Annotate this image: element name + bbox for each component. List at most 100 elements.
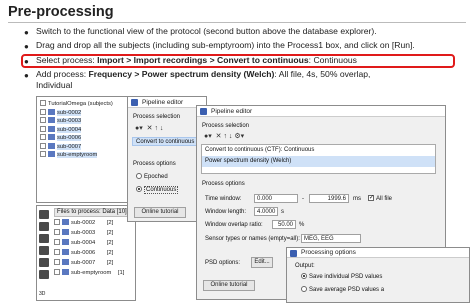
move-up-icon[interactable]: ↑ — [154, 125, 158, 132]
subject-icon — [48, 142, 55, 149]
subject-icon — [48, 108, 55, 115]
expand-icon[interactable] — [54, 249, 60, 256]
tree-subject[interactable]: sub-0006 — [40, 134, 131, 143]
overlap-unit: % — [299, 222, 305, 228]
checkbox-checked-icon[interactable]: ✓ — [368, 195, 374, 202]
subject-icon — [62, 219, 69, 226]
subject-icon — [62, 269, 69, 276]
option-epoched[interactable]: Epoched — [136, 173, 168, 181]
bullet-4-pre: Add process: — [36, 69, 89, 79]
app-icon — [290, 249, 297, 257]
subject-icon — [48, 117, 55, 124]
option-save-average[interactable]: Save average PSD values a — [301, 286, 384, 294]
radio-epoched[interactable] — [136, 173, 142, 180]
file-row[interactable]: sub-0004 [2] — [54, 239, 124, 248]
editor2-online-tutorial-button[interactable]: Online tutorial — [203, 280, 255, 291]
files-header: Files to process: Data [10] — [54, 208, 134, 217]
expand-icon[interactable] — [40, 125, 46, 132]
subject-icon — [48, 151, 55, 158]
window-length-field[interactable]: 4.0000 — [254, 207, 278, 216]
database-explorer: TutorialOmega (subjects) sub-0002 sub-00… — [36, 96, 132, 203]
view-icon[interactable] — [39, 258, 49, 267]
tree-subject[interactable]: sub-0003 — [40, 117, 131, 126]
expand-icon[interactable] — [40, 134, 46, 141]
expand-icon[interactable] — [40, 151, 46, 158]
process-sidebar: 3D — [39, 210, 49, 300]
move-up-icon[interactable]: ↑ — [223, 133, 227, 140]
move-down-icon[interactable]: ↓ — [160, 125, 164, 132]
expand-icon[interactable] — [54, 219, 60, 226]
radio-continuous[interactable] — [136, 186, 142, 193]
bullet-4-path: Frequency > Power spectrum density (Welc… — [88, 69, 275, 79]
tools-icon[interactable]: ⚙▾ — [234, 133, 244, 140]
editor1-process-item[interactable]: Convert to continuous (CTF): Co — [132, 137, 206, 146]
expand-icon[interactable] — [54, 259, 60, 266]
tree-subject[interactable]: sub-0002 — [40, 108, 131, 118]
sensor-field[interactable]: MEG, EEG — [301, 234, 361, 243]
overlap-label: Window overlap ratio: — [205, 222, 263, 228]
file-row[interactable]: sub-0006 [2] — [54, 249, 124, 258]
radio-individual[interactable] — [301, 273, 307, 280]
bullet-3-text: Select process: Import > Import recordin… — [36, 55, 357, 66]
editor2-process-list: Convert to continuous (CTF): Continuous … — [201, 144, 436, 174]
edit-button[interactable]: Edit... — [251, 257, 273, 268]
radio-average[interactable] — [301, 286, 307, 293]
bullet-3-path: Import > Import recordings > Convert to … — [97, 55, 309, 65]
time-to-field[interactable]: 1999.6 — [309, 194, 349, 203]
expand-icon[interactable] — [40, 100, 46, 107]
expand-icon[interactable] — [40, 142, 46, 149]
subject-icon — [48, 134, 55, 141]
expand-icon[interactable] — [54, 229, 60, 236]
remove-icon[interactable]: ✕ — [216, 133, 222, 140]
process1-tab-icon[interactable] — [39, 210, 49, 219]
file-row[interactable]: sub-0002 [2] — [54, 219, 124, 228]
expand-icon[interactable] — [40, 108, 46, 115]
subject-icon — [62, 239, 69, 246]
tree-subject[interactable]: sub-emptyroom — [40, 151, 131, 160]
process-item-psd[interactable]: Power spectrum density (Welch) — [202, 156, 435, 167]
all-file-checkbox[interactable]: ✓ All file — [368, 195, 392, 203]
settings-icon[interactable] — [39, 270, 49, 279]
file-row[interactable]: sub-0003 [2] — [54, 229, 124, 238]
bullet-3-post: : Continuous — [308, 55, 357, 65]
tree-root[interactable]: TutorialOmega (subjects) — [40, 100, 131, 109]
editor1-process-selection-label: Process selection — [133, 114, 181, 120]
subject-icon — [62, 259, 69, 266]
add-process-icon[interactable]: ●▾ — [204, 133, 212, 140]
process2-tab-icon[interactable] — [39, 222, 49, 231]
add-process-icon[interactable]: ●▾ — [135, 125, 143, 132]
bullet-1-text: Switch to the functional view of the pro… — [36, 26, 377, 36]
process-files-panel: 3D Files to process: Data [10] sub-0002 … — [36, 205, 136, 301]
sort-icon[interactable] — [39, 246, 49, 255]
option-save-individual[interactable]: Save individual PSD values — [301, 273, 382, 281]
editor1-titlebar[interactable]: Pipeline editor — [128, 97, 206, 108]
expand-icon[interactable] — [54, 239, 60, 246]
bullet-icon: ● — [24, 71, 29, 80]
subject-icon — [48, 125, 55, 132]
editor1-online-tutorial-button[interactable]: Online tutorial — [134, 207, 186, 218]
sensor-label: Sensor types or names (empty=all): — [205, 236, 300, 242]
time-from-field[interactable]: 0.000 — [254, 194, 298, 203]
title-divider — [8, 22, 466, 23]
files-list: sub-0002 [2] sub-0003 [2] sub-0004 [2] s… — [54, 219, 124, 278]
subject-icon — [62, 249, 69, 256]
time-unit: ms — [353, 196, 361, 202]
editor2-process-options-label: Process options — [202, 181, 245, 187]
expand-icon[interactable] — [40, 117, 46, 124]
remove-icon[interactable]: ✕ — [147, 125, 153, 132]
editor2-titlebar[interactable]: Pipeline editor — [197, 106, 445, 117]
tree-subject[interactable]: sub-0004 — [40, 125, 131, 135]
sidebar-3d-label: 3D — [39, 291, 46, 297]
overlap-field[interactable]: 50.00 — [272, 220, 296, 229]
processing-options-titlebar[interactable]: Processing options — [287, 248, 469, 258]
option-continuous[interactable]: Continuous — [136, 186, 179, 194]
subject-icon — [62, 229, 69, 236]
app-icon — [131, 99, 138, 106]
expand-icon[interactable] — [54, 269, 60, 276]
file-row[interactable]: sub-0007 [2] — [54, 259, 124, 268]
tree-subject[interactable]: sub-0007 — [40, 142, 131, 152]
file-row[interactable]: sub-emptyroom [1] — [54, 269, 124, 278]
filter-icon[interactable] — [39, 234, 49, 243]
move-down-icon[interactable]: ↓ — [229, 133, 233, 140]
process-item-convert[interactable]: Convert to continuous (CTF): Continuous — [202, 145, 435, 156]
